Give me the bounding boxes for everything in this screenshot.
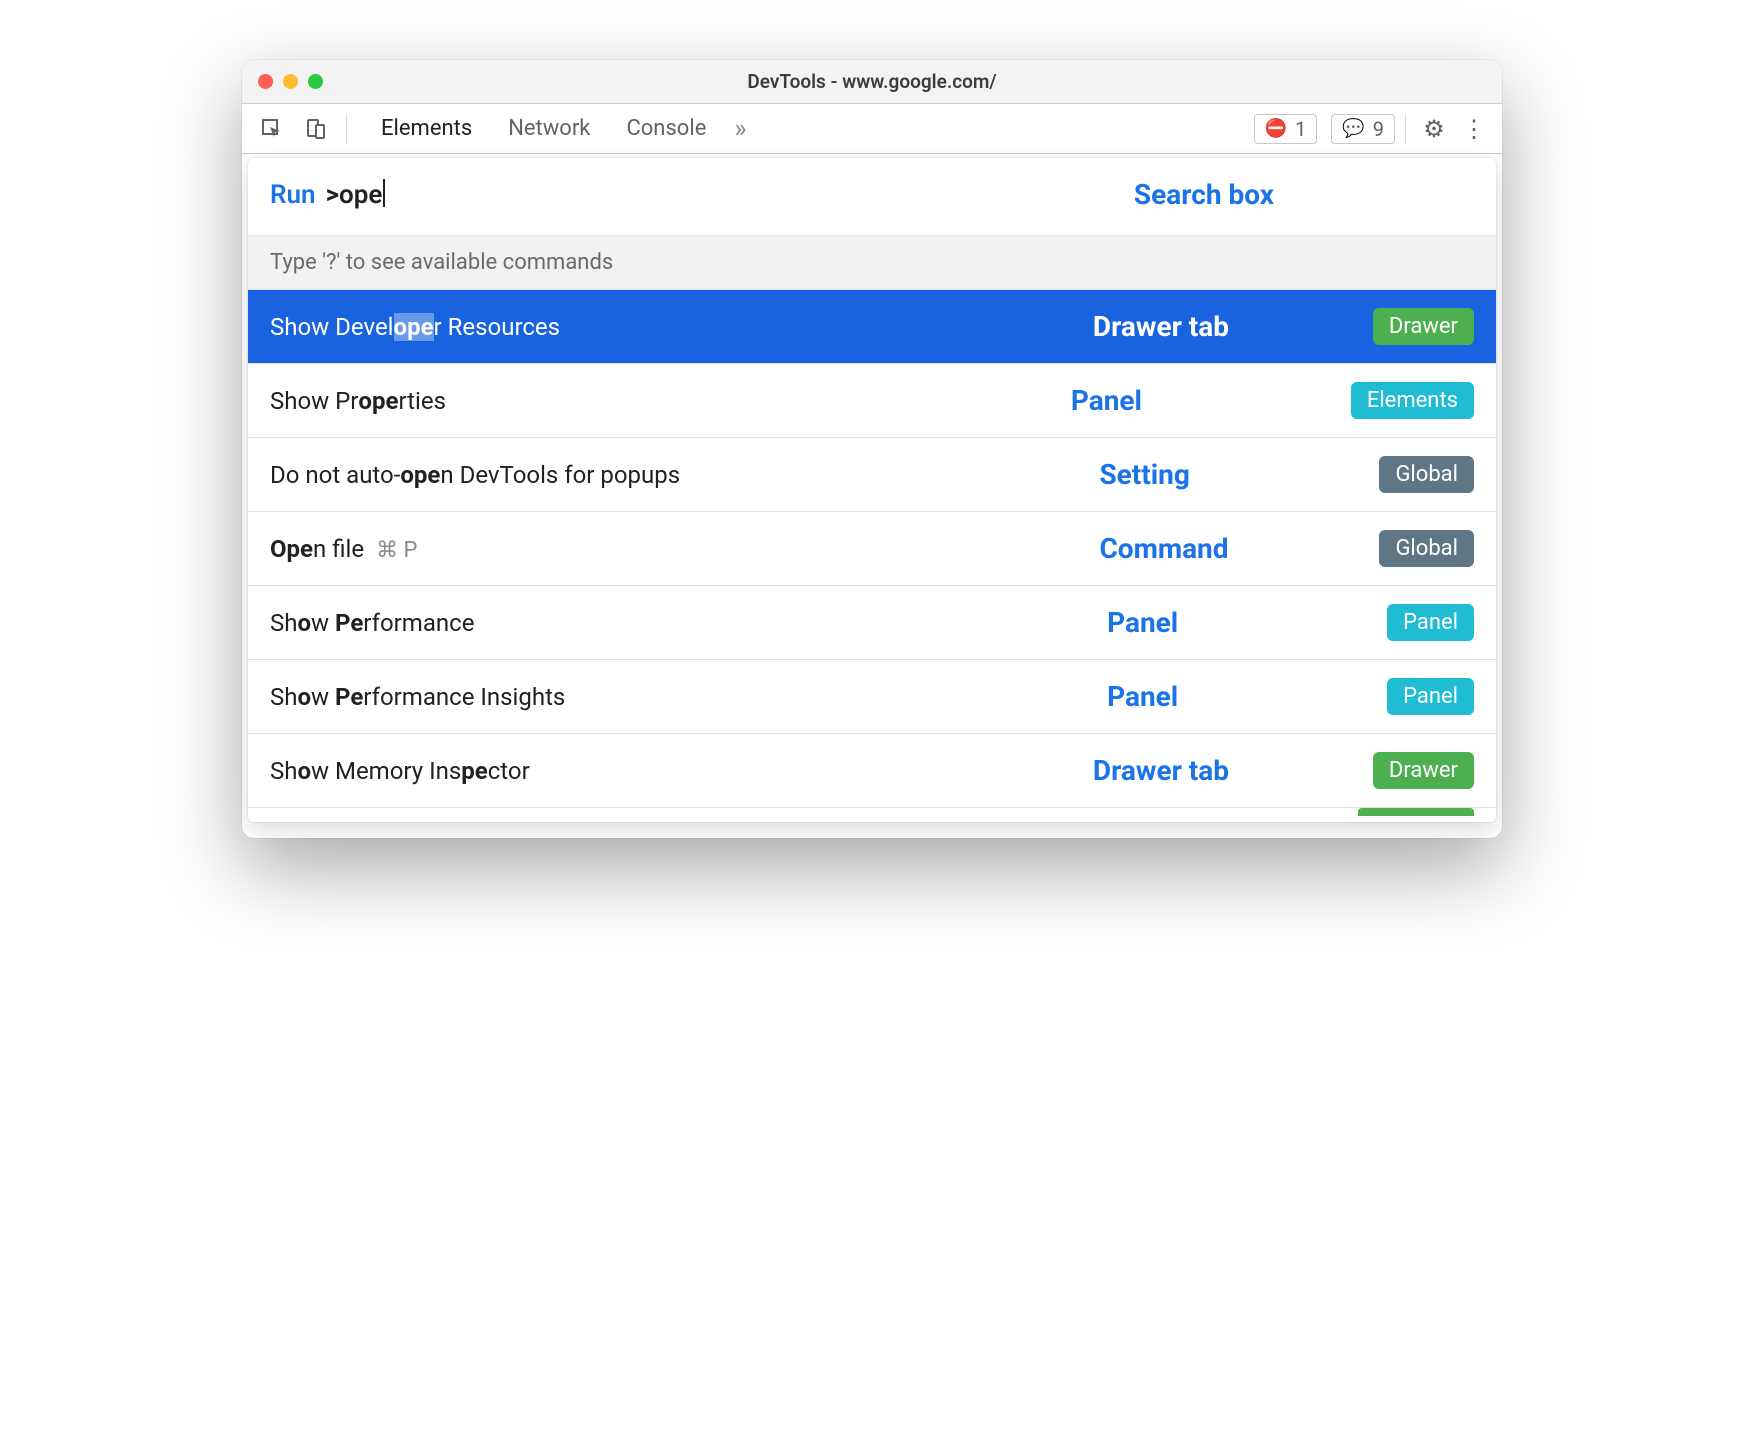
command-result-badge: Elements bbox=[1351, 382, 1474, 419]
command-result-label: Show Performance Insights bbox=[270, 683, 1087, 711]
command-search-row[interactable]: Run > ope Search box bbox=[248, 158, 1496, 235]
error-icon: ⛔ bbox=[1265, 120, 1287, 138]
command-result-item[interactable]: Show Properties Panel Elements bbox=[248, 364, 1496, 438]
command-result-badge: Drawer bbox=[1373, 308, 1474, 345]
messages-chip[interactable]: 💬 9 bbox=[1331, 114, 1395, 144]
minimize-window-button[interactable] bbox=[283, 74, 298, 89]
annotation-action-type: Drawer tab bbox=[1093, 754, 1353, 787]
command-result-badge: Drawer bbox=[1373, 752, 1474, 789]
command-result-label: Open file⌘ P bbox=[270, 535, 1079, 563]
command-prompt-symbol: > bbox=[326, 180, 339, 210]
command-result-badge: Global bbox=[1379, 530, 1474, 567]
close-window-button[interactable] bbox=[258, 74, 273, 89]
messages-count: 9 bbox=[1373, 117, 1384, 141]
tab-network[interactable]: Network bbox=[508, 116, 590, 141]
message-icon: 💬 bbox=[1342, 120, 1364, 138]
command-result-label: Do not auto-open DevTools for popups bbox=[270, 461, 1079, 489]
command-result-badge: Panel bbox=[1387, 604, 1474, 641]
devtools-window: DevTools - www.google.com/ Elements Netw… bbox=[242, 60, 1502, 838]
inspect-icon bbox=[260, 117, 284, 141]
errors-chip[interactable]: ⛔ 1 bbox=[1254, 114, 1318, 144]
command-result-badge: Panel bbox=[1387, 678, 1474, 715]
command-result-label: Show Memory Inspector bbox=[270, 757, 1073, 785]
zoom-window-button[interactable] bbox=[308, 74, 323, 89]
device-icon bbox=[304, 117, 328, 141]
command-result-item[interactable]: Show Performance Insights Panel Panel bbox=[248, 660, 1496, 734]
annotation-action-type: Setting bbox=[1099, 458, 1359, 491]
annotation-action-type: Panel bbox=[1107, 680, 1367, 713]
toggle-device-toolbar-button[interactable] bbox=[296, 110, 336, 148]
panel-tabs: Elements Network Console bbox=[357, 116, 706, 141]
command-prefix: Run bbox=[270, 180, 316, 210]
gear-icon: ⚙ bbox=[1423, 115, 1445, 143]
command-shortcut: ⌘ P bbox=[376, 538, 417, 563]
annotation-action-type: Command bbox=[1099, 532, 1359, 565]
annotation-action-type: Panel bbox=[1071, 384, 1331, 417]
more-tabs-button[interactable]: » bbox=[710, 114, 770, 144]
annotation-action-type: Drawer tab bbox=[1093, 310, 1353, 343]
devtools-toolbar: Elements Network Console » ⛔ 1 💬 9 ⚙ ⋮ bbox=[242, 104, 1502, 154]
window-controls bbox=[242, 74, 323, 89]
tab-console[interactable]: Console bbox=[626, 116, 706, 141]
errors-count: 1 bbox=[1295, 117, 1306, 141]
command-hint: Type '?' to see available commands bbox=[248, 235, 1496, 290]
titlebar: DevTools - www.google.com/ bbox=[242, 60, 1502, 104]
command-result-item[interactable]: Show Performance Panel Panel bbox=[248, 586, 1496, 660]
command-result-badge: Global bbox=[1379, 456, 1474, 493]
command-result-label: Show Properties bbox=[270, 387, 1051, 415]
toolbar-separator bbox=[346, 114, 347, 144]
command-result-item[interactable]: Do not auto-open DevTools for popups Sett… bbox=[248, 438, 1496, 512]
overflow-peek bbox=[248, 808, 1496, 822]
command-result-label: Show Developer Resources bbox=[270, 313, 1073, 341]
command-results-list: Show Developer Resources Drawer tab Drawer… bbox=[248, 290, 1496, 808]
more-options-button[interactable]: ⋮ bbox=[1456, 115, 1492, 143]
settings-button[interactable]: ⚙ bbox=[1416, 115, 1452, 143]
window-title: DevTools - www.google.com/ bbox=[242, 70, 1502, 93]
annotation-search-box: Search box bbox=[1134, 178, 1474, 211]
command-result-item[interactable]: Show Memory Inspector Drawer tab Drawer bbox=[248, 734, 1496, 808]
command-result-label: Show Performance bbox=[270, 609, 1087, 637]
tab-elements[interactable]: Elements bbox=[381, 116, 472, 141]
command-search-input[interactable]: ope bbox=[339, 179, 385, 210]
annotation-action-type: Panel bbox=[1107, 606, 1367, 639]
command-result-item[interactable]: Show Developer Resources Drawer tab Drawer bbox=[248, 290, 1496, 364]
toolbar-separator bbox=[1405, 114, 1406, 144]
kebab-icon: ⋮ bbox=[1462, 115, 1486, 143]
command-result-item[interactable]: Open file⌘ P Command Global bbox=[248, 512, 1496, 586]
inspect-element-button[interactable] bbox=[252, 110, 292, 148]
command-menu: Run > ope Search box Type '?' to see ava… bbox=[248, 158, 1496, 822]
